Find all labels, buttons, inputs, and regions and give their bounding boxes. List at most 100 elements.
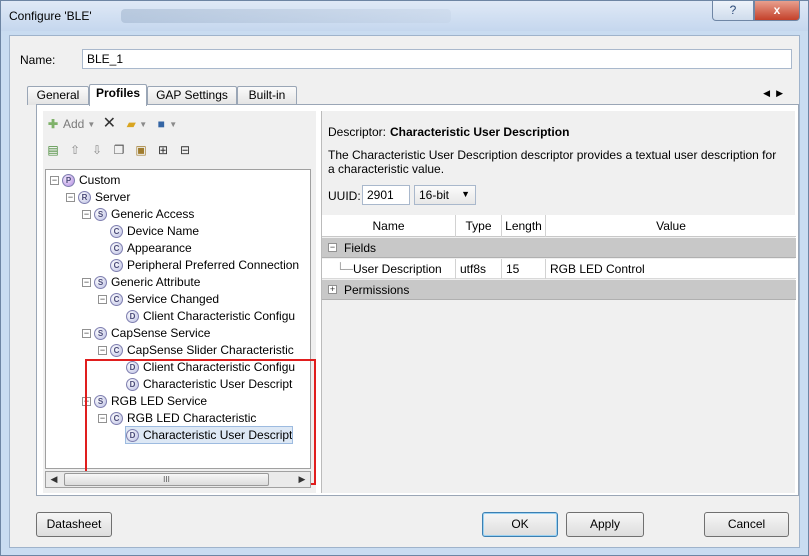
- expand-all-icon: ⊞: [157, 143, 169, 157]
- collapse-icon[interactable]: −: [98, 345, 107, 355]
- move-up-button[interactable]: ⇧: [67, 142, 83, 158]
- cell-type: utf8s: [456, 259, 502, 279]
- tree-node[interactable]: − C Service Changed: [98, 291, 219, 307]
- tree-node[interactable]: C Device Name: [110, 223, 199, 239]
- open-dropdown-icon: ▼: [139, 119, 148, 129]
- name-input[interactable]: BLE_1: [82, 49, 792, 69]
- save-button[interactable]: ■ ▼: [153, 116, 178, 132]
- scroll-thumb[interactable]: III: [64, 473, 269, 486]
- table-row[interactable]: └─User Description utf8s 15 RGB LED Cont…: [322, 259, 796, 279]
- collapse-all-button[interactable]: ⊟: [177, 142, 193, 158]
- tree-toolbar-bottom: ▤ ⇧ ⇩ ❐ ▣ ⊞ ⊟: [45, 139, 199, 161]
- tab-built-in[interactable]: Built-in: [237, 86, 297, 105]
- role-icon: R: [78, 190, 91, 204]
- cancel-button[interactable]: Cancel: [704, 512, 789, 537]
- grid-header: Name Type Length Value: [322, 215, 796, 237]
- add-icon: ✚: [47, 117, 59, 131]
- tab-general[interactable]: General: [27, 86, 89, 105]
- uuid-label: UUID:: [328, 189, 361, 203]
- highlight-annotation: [85, 359, 316, 485]
- name-label: Name:: [20, 53, 56, 67]
- copy-icon: ❐: [113, 143, 125, 157]
- descriptor-header: Descriptor: Characteristic User Descripti…: [328, 125, 570, 139]
- arrow-down-icon: ⇩: [91, 143, 103, 157]
- help-button[interactable]: ?: [712, 1, 754, 21]
- descriptor-name: Characteristic User Description: [390, 125, 570, 139]
- cell-length[interactable]: 15: [502, 259, 546, 279]
- tree-node[interactable]: C Appearance: [110, 240, 192, 256]
- tree-node[interactable]: − S CapSense Service: [82, 325, 210, 341]
- tree-node[interactable]: − S Generic Access: [82, 206, 194, 222]
- collapse-icon[interactable]: −: [98, 294, 107, 304]
- characteristic-icon: C: [110, 224, 123, 238]
- cell-name: └─User Description: [322, 259, 456, 279]
- import-icon: ▤: [47, 143, 59, 157]
- characteristic-icon: C: [110, 292, 123, 306]
- characteristic-icon: C: [110, 343, 123, 357]
- tree-toolbar-top: ✚ Add ▼ ✕ ▰ ▼ ■ ▼: [45, 113, 183, 135]
- collapse-icon[interactable]: −: [82, 328, 91, 338]
- descriptor-icon: D: [126, 309, 139, 323]
- title-bar[interactable]: Configure 'BLE' ? x: [1, 1, 808, 31]
- tree-node[interactable]: D Client Characteristic Configu: [126, 308, 295, 324]
- save-dropdown-icon: ▼: [169, 119, 178, 129]
- move-down-button[interactable]: ⇩: [89, 142, 105, 158]
- cell-value[interactable]: RGB LED Control: [546, 259, 796, 279]
- characteristic-icon: C: [110, 241, 123, 255]
- service-icon: S: [94, 326, 107, 340]
- dialog-client-area: Name: BLE_1 General Profiles GAP Setting…: [9, 35, 800, 548]
- collapse-icon[interactable]: −: [50, 175, 59, 185]
- profiles-panel: ✚ Add ▼ ✕ ▰ ▼ ■ ▼ ▤ ⇧ ⇩ ❐ ▣ ⊞ ⊟ − P Cust…: [36, 104, 799, 496]
- collapse-icon[interactable]: −: [328, 243, 337, 252]
- collapse-icon[interactable]: −: [66, 192, 75, 202]
- add-button[interactable]: ✚ Add ▼: [45, 116, 95, 132]
- profile-tree-pane: ✚ Add ▼ ✕ ▰ ▼ ■ ▼ ▤ ⇧ ⇩ ❐ ▣ ⊞ ⊟ − P Cust…: [43, 111, 316, 493]
- copy-button[interactable]: ❐: [111, 142, 127, 158]
- tab-scroll-right-icon[interactable]: ▶: [776, 88, 789, 98]
- collapse-icon[interactable]: −: [82, 209, 91, 219]
- fields-category-row[interactable]: − Fields: [322, 238, 796, 258]
- delete-button[interactable]: ✕: [101, 116, 117, 132]
- tab-gap-settings[interactable]: GAP Settings: [147, 86, 237, 105]
- tree-node[interactable]: − R Server: [66, 189, 130, 205]
- profile-icon: P: [62, 173, 75, 187]
- scroll-right-icon[interactable]: ▶: [295, 473, 309, 486]
- column-header-length[interactable]: Length: [502, 215, 546, 237]
- apply-button[interactable]: Apply: [566, 512, 644, 537]
- chevron-down-icon: ▼: [461, 189, 470, 199]
- uuid-input[interactable]: 2901: [362, 185, 410, 205]
- delete-icon: ✕: [102, 115, 116, 132]
- tree-horizontal-scrollbar[interactable]: ◀ III ▶: [45, 471, 311, 488]
- import-button[interactable]: ▤: [45, 142, 61, 158]
- tree-node[interactable]: − C CapSense Slider Characteristic: [98, 342, 294, 358]
- tab-scroll-arrows: ◀▶: [763, 88, 789, 99]
- close-button[interactable]: x: [754, 1, 800, 21]
- expand-icon[interactable]: +: [328, 285, 337, 294]
- tree-node[interactable]: − P Custom: [50, 172, 120, 188]
- paste-button[interactable]: ▣: [133, 142, 149, 158]
- collapse-icon[interactable]: −: [82, 277, 91, 287]
- paste-icon: ▣: [135, 143, 147, 157]
- datasheet-button[interactable]: Datasheet: [36, 512, 112, 537]
- tab-scroll-left-icon[interactable]: ◀: [763, 88, 776, 98]
- service-icon: S: [94, 275, 107, 289]
- add-dropdown-icon: ▼: [87, 119, 96, 129]
- column-header-value[interactable]: Value: [546, 215, 796, 237]
- tree-node[interactable]: C Peripheral Preferred Connection: [110, 257, 299, 273]
- open-button[interactable]: ▰ ▼: [123, 116, 148, 132]
- service-icon: S: [94, 207, 107, 221]
- characteristic-icon: C: [110, 258, 123, 272]
- ok-button[interactable]: OK: [482, 512, 558, 537]
- tab-profiles[interactable]: Profiles: [89, 84, 147, 106]
- uuid-size-select[interactable]: 16-bit ▼: [414, 185, 476, 205]
- scroll-left-icon[interactable]: ◀: [47, 473, 61, 486]
- column-header-name[interactable]: Name: [322, 215, 456, 237]
- folder-open-icon: ▰: [126, 117, 136, 131]
- save-icon: ■: [157, 117, 165, 131]
- permissions-category-row[interactable]: + Permissions: [322, 280, 796, 300]
- blurred-title-area: [121, 9, 451, 23]
- tree-node[interactable]: − S Generic Attribute: [82, 274, 200, 290]
- window-title: Configure 'BLE': [9, 9, 92, 23]
- column-header-type[interactable]: Type: [456, 215, 502, 237]
- expand-all-button[interactable]: ⊞: [155, 142, 171, 158]
